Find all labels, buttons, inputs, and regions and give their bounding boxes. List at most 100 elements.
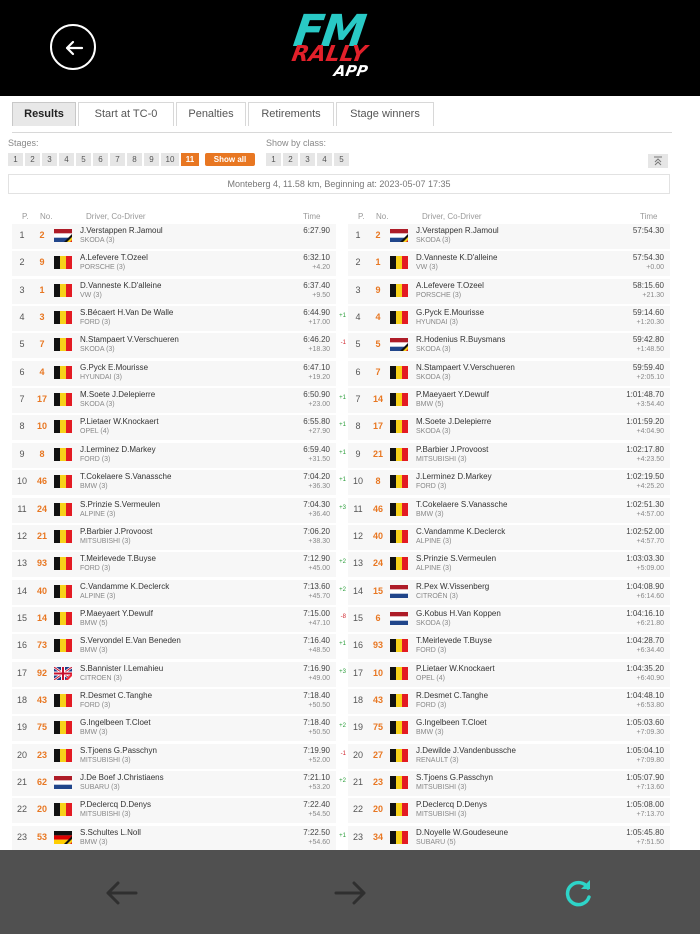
result-row[interactable]: 15 6 G.Kobus H.Van Koppen SKODA (3) 1:04:16.… — [341, 606, 670, 632]
stage-chip-10[interactable]: 10 — [161, 153, 179, 166]
class-chip-1[interactable]: 1 — [266, 153, 281, 166]
tab-start-tc0[interactable]: Start at TC-0 — [78, 102, 174, 126]
car-number: 4 — [375, 312, 381, 323]
flag-icon — [54, 338, 72, 352]
result-row[interactable]: 23 34 D.Noyelle W.Goudeseune SUBARU (5) 1:05… — [339, 825, 670, 850]
crew-names: R.Desmet C.Tanghe — [416, 690, 489, 700]
stage-chip-4[interactable]: 4 — [59, 153, 74, 166]
stage-time: 1:04:28.70 — [626, 636, 664, 646]
result-row[interactable]: 19 75 G.Ingelbeen T.Cloet BMW (3) 1:05:03.60… — [339, 716, 670, 742]
result-row[interactable]: 6 4 G.Pyck E.Mourisse HYUNDAI (3) 6:47.10 +19… — [12, 360, 336, 386]
result-row[interactable]: 17 92 S.Bannister I.Lemahieu CITROEN (3) 7:1… — [12, 661, 336, 687]
result-row[interactable]: 12 40 C.Vandamme K.Declerck ALPINE (3) 1:02:… — [348, 524, 670, 550]
result-row[interactable]: 14 15 R.Pex W.Vissenberg CITROËN (3) 1:04:08… — [339, 579, 670, 605]
result-row[interactable]: 19 75 G.Ingelbeen T.Cloet BMW (3) 7:18.40 +50… — [12, 716, 336, 742]
result-row[interactable]: 4 3 S.Bécaert H.Van De Walle FORD (3) 6:44.9… — [12, 306, 336, 332]
result-row[interactable]: 3 1 D.Vanneste K.D'alleine VW (3) 6:37.40 +9.… — [12, 278, 336, 304]
next-button[interactable] — [332, 880, 368, 911]
previous-button[interactable] — [104, 880, 140, 911]
class-chip-5[interactable]: 5 — [334, 153, 349, 166]
collapse-button[interactable] — [648, 154, 668, 168]
result-row[interactable]: 20 27 J.Dewilde J.Vandenbussche RENAULT (3)… — [341, 743, 670, 769]
show-all-button[interactable]: Show all — [205, 153, 255, 166]
result-row[interactable]: 21 23 S.Tjoens G.Passchyn MITSUBISHI (3) 1:0… — [339, 771, 670, 796]
result-row[interactable]: 11 46 T.Cokelaere S.Vanassche BMW (3) 1:02:5… — [339, 497, 670, 523]
car-number: 3 — [39, 312, 45, 323]
stage-chip-8[interactable]: 8 — [127, 153, 142, 166]
flag-icon — [54, 420, 72, 434]
stage-chip-3[interactable]: 3 — [42, 153, 57, 166]
car-model: FORD (3) — [416, 483, 447, 491]
crew-names: N.Stampaert V.Verschueren — [416, 362, 515, 372]
position-cell: 6 — [19, 366, 25, 377]
stage-chip-2[interactable]: 2 — [25, 153, 40, 166]
stage-chip-1[interactable]: 1 — [8, 153, 23, 166]
stage-chip-5[interactable]: 5 — [76, 153, 91, 166]
class-chip-3[interactable]: 3 — [300, 153, 315, 166]
result-row[interactable]: 8 10 P.Lietaer W.Knockaert OPEL (4) 6:55.80 +… — [12, 415, 336, 441]
class-chip-4[interactable]: 4 — [317, 153, 332, 166]
stage-time: 59:59.40 — [632, 362, 664, 372]
result-row[interactable]: 7 14 P.Maeyaert Y.Dewulf BMW (5) 1:01:48.70 +… — [339, 388, 670, 414]
class-chip-2[interactable]: 2 — [283, 153, 298, 166]
car-number: 43 — [372, 694, 383, 705]
tab-retirements[interactable]: Retirements — [248, 102, 334, 126]
position-cell: 17 — [16, 667, 27, 678]
result-row[interactable]: 10 46 T.Cokelaere S.Vanassche BMW (3) 7:04.2… — [12, 470, 336, 496]
result-row[interactable]: 16 73 S.Vervondel E.Van Beneden BMW (3) 7:16… — [12, 634, 336, 660]
result-row[interactable]: 2 1 D.Vanneste K.D'alleine VW (3) 57:54.30 +0… — [348, 251, 670, 277]
result-row[interactable]: 5 5 R.Hodenius R.Buysmans SKODA (3) 59:42.80… — [341, 333, 670, 359]
flag-icon — [54, 447, 72, 461]
result-row[interactable]: 23 53 S.Schultes L.Noll BMW (3) 7:22.50 +54.6… — [12, 825, 336, 850]
time-gap: +4:25.20 — [636, 483, 664, 491]
result-row[interactable]: 17 10 P.Lietaer W.Knockaert OPEL (4) 1:04:35… — [339, 661, 670, 687]
result-row[interactable]: 22 20 P.Declercq D.Denys MITSUBISHI (3) 1:05… — [348, 798, 670, 824]
result-row[interactable]: 2 9 A.Lefevere T.Ozeel PORSCHE (3) 6:32.10 +4… — [12, 251, 336, 277]
car-model: CITROËN (3) — [416, 592, 458, 600]
tab-stage-winners[interactable]: Stage winners — [336, 102, 434, 126]
result-row[interactable]: 8 17 M.Soete J.Delepierre SKODA (3) 1:01:59.… — [339, 415, 670, 441]
result-row[interactable]: 16 93 T.Meirlevede T.Buyse FORD (3) 1:04:28.… — [339, 634, 670, 660]
result-row[interactable]: 3 9 A.Lefevere T.Ozeel PORSCHE (3) 58:15.60 +… — [348, 278, 670, 304]
stage-chip-7[interactable]: 7 — [110, 153, 125, 166]
result-row[interactable]: 1 2 J.Verstappen R.Jamoul SKODA (3) 6:27.90 — [12, 224, 336, 249]
result-row[interactable]: 21 62 J.De Boef J.Christiaens SUBARU (3) 7:2… — [12, 771, 336, 796]
result-row[interactable]: 12 21 P.Barbier J.Provoost MITSUBISHI (3) 7:… — [12, 524, 336, 550]
time-gap: +49.00 — [308, 674, 330, 682]
position-cell: 16 — [352, 640, 363, 651]
result-row[interactable]: 22 20 P.Declercq D.Denys MITSUBISHI (3) 7:22… — [12, 798, 336, 824]
result-row[interactable]: 5 7 N.Stampaert V.Verschueren SKODA (3) 6:46… — [12, 333, 336, 359]
result-row[interactable]: 10 8 J.Lerminez D.Markey FORD (3) 1:02:19.50… — [339, 470, 670, 496]
result-row[interactable]: 18 43 R.Desmet C.Tanghe FORD (3) 7:18.40 +50.… — [12, 688, 336, 714]
result-row[interactable]: 4 4 G.Pyck E.Mourisse HYUNDAI (3) 59:14.60 +1… — [339, 306, 670, 332]
car-model: ALPINE (3) — [80, 592, 116, 600]
flag-icon — [54, 611, 72, 625]
result-row[interactable]: 15 14 P.Maeyaert Y.Dewulf BMW (5) 7:15.00 +47… — [12, 606, 336, 632]
result-row[interactable]: 9 21 P.Barbier J.Provoost MITSUBISHI (3) 1:0… — [339, 442, 670, 468]
result-row[interactable]: 7 17 M.Soete J.Delepierre SKODA (3) 6:50.90 +… — [12, 388, 336, 414]
flag-icon — [390, 830, 408, 844]
time-gap: +7:51.50 — [636, 838, 664, 846]
car-model: FORD (3) — [416, 647, 447, 655]
refresh-button[interactable] — [560, 876, 596, 915]
result-row[interactable]: 1 2 J.Verstappen R.Jamoul SKODA (3) 57:54.30 — [348, 224, 670, 249]
stage-chip-6[interactable]: 6 — [93, 153, 108, 166]
result-row[interactable]: 11 24 S.Prinzie S.Vermeulen ALPINE (3) 7:04.… — [12, 497, 336, 523]
car-model: SUBARU (3) — [80, 784, 120, 791]
result-row[interactable]: 18 43 R.Desmet C.Tanghe FORD (3) 1:04:48.10 +… — [348, 688, 670, 714]
stage-time: 6:47.10 — [303, 362, 330, 372]
tab-results[interactable]: Results — [12, 102, 76, 126]
car-model: FORD (3) — [80, 701, 111, 709]
result-row[interactable]: 13 93 T.Meirlevede T.Buyse FORD (3) 7:12.90 +… — [12, 552, 336, 578]
car-model: OPEL (4) — [80, 428, 109, 436]
result-row[interactable]: 20 23 S.Tjoens G.Passchyn MITSUBISHI (3) 7:1… — [12, 743, 336, 769]
result-row[interactable]: 14 40 C.Vandamme K.Declerck ALPINE (3) 7:13.… — [12, 579, 336, 605]
result-row[interactable]: 6 7 N.Stampaert V.Verschueren SKODA (3) 59:5… — [348, 360, 670, 386]
car-number: 20 — [372, 804, 383, 815]
result-row[interactable]: 9 8 J.Lerminez D.Markey FORD (3) 6:59.40 +31.… — [12, 442, 336, 468]
result-row[interactable]: 13 24 S.Prinzie S.Vermeulen ALPINE (3) 1:03:… — [339, 552, 670, 578]
back-button[interactable] — [50, 24, 96, 70]
stage-chip-9[interactable]: 9 — [144, 153, 159, 166]
stage-chip-11[interactable]: 11 — [181, 153, 199, 166]
tab-penalties[interactable]: Penalties — [176, 102, 246, 126]
